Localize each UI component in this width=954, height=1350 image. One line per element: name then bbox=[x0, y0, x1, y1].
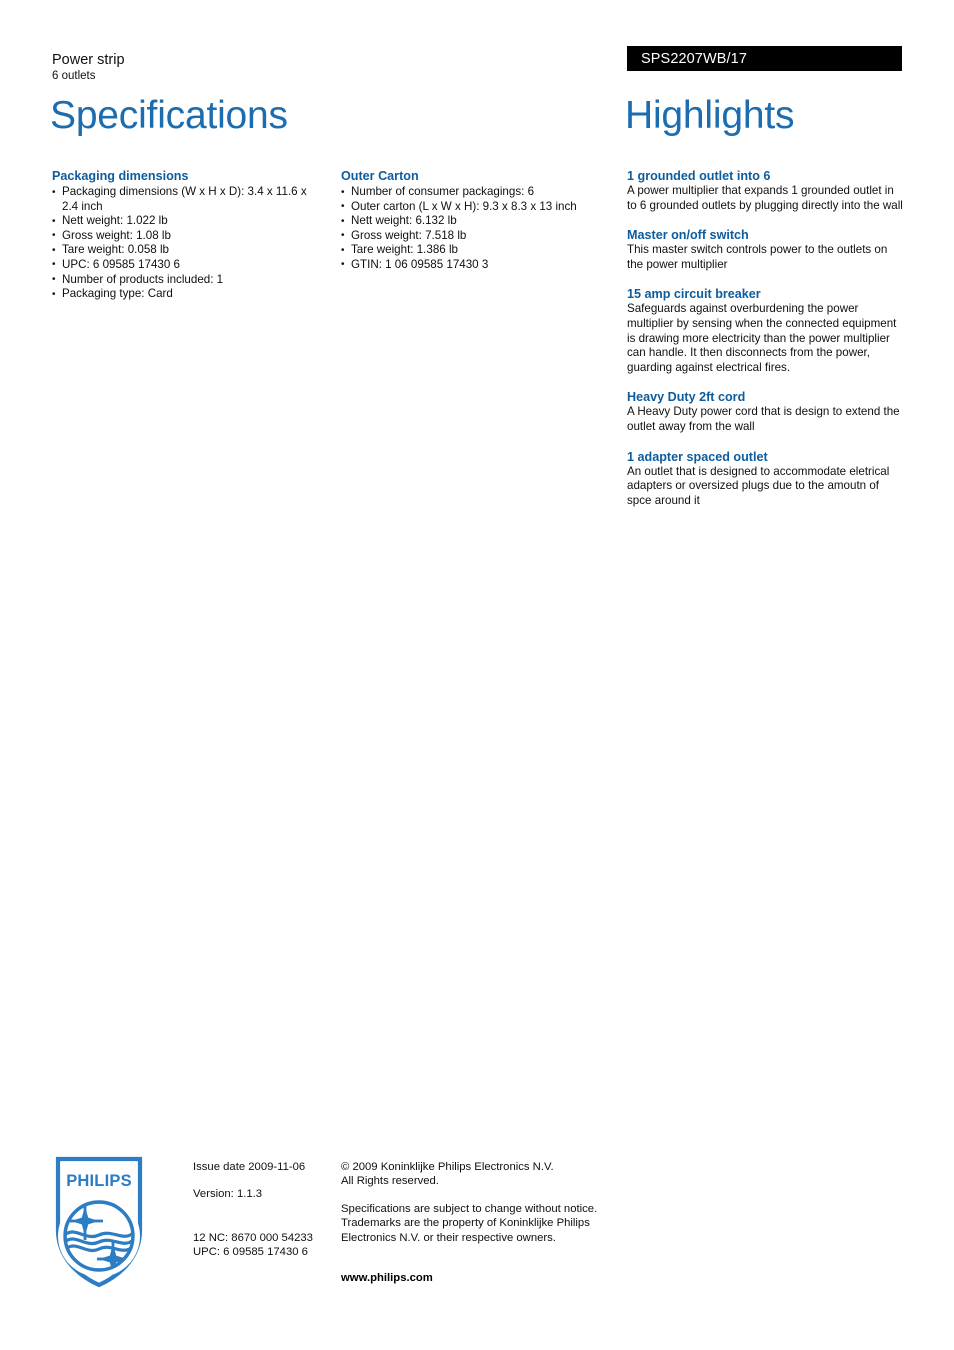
highlight-block: 1 grounded outlet into 6A power multipli… bbox=[627, 168, 903, 213]
list-item: Packaging dimensions (W x H x D): 3.4 x … bbox=[52, 184, 324, 214]
footer-website-group: www.philips.com bbox=[341, 1271, 611, 1285]
page-footer: PHILIPS Issue date 2009-11-06 Version: 1… bbox=[0, 1152, 954, 1312]
footer-upc: UPC: 6 09585 17430 6 bbox=[193, 1246, 308, 1259]
column-highlights: 1 grounded outlet into 6A power multipli… bbox=[627, 168, 903, 508]
footer-version: Version: 1.1.3 bbox=[193, 1188, 263, 1201]
footer-disclaimer-line-2: Trademarks are the property of Koninklij… bbox=[341, 1217, 590, 1230]
page-title-highlights: Highlights bbox=[625, 94, 795, 137]
list-item: Nett weight: 1.022 lb bbox=[52, 214, 324, 229]
highlight-title: Heavy Duty 2ft cord bbox=[627, 390, 746, 405]
highlight-body: Safeguards against overburdening the pow… bbox=[627, 302, 897, 374]
svg-text:PHILIPS: PHILIPS bbox=[66, 1172, 132, 1190]
product-code-banner: SPS2207WB/17 bbox=[627, 46, 902, 71]
footer-legal-column: © 2009 Koninklijke Philips Electronics N… bbox=[341, 1160, 611, 1285]
column-outer-carton: Outer Carton Number of consumer packagin… bbox=[341, 168, 613, 273]
highlight-body: A power multiplier that expands 1 ground… bbox=[627, 184, 903, 212]
footer-copyright-line-2: All Rights reserved. bbox=[341, 1175, 439, 1188]
list-item: Tare weight: 0.058 lb bbox=[52, 243, 324, 258]
product-subtitle: 6 outlets bbox=[52, 70, 96, 82]
highlight-title: 1 adapter spaced outlet bbox=[627, 449, 768, 464]
highlight-title: 1 grounded outlet into 6 bbox=[627, 169, 771, 183]
list-item: Packaging type: Card bbox=[52, 287, 324, 302]
list-item: Outer carton (L x W x H): 9.3 x 8.3 x 13… bbox=[341, 199, 613, 215]
footer-version-group: Version: 1.1.3 bbox=[193, 1187, 343, 1201]
highlight-body: An outlet that is designed to accommodat… bbox=[627, 464, 890, 507]
list-item: Tare weight: 1.386 lb bbox=[341, 243, 613, 258]
highlight-title: 15 amp circuit breaker bbox=[627, 287, 761, 302]
section-heading-outer-carton: Outer Carton bbox=[341, 169, 419, 183]
product-name: Power strip bbox=[52, 52, 125, 68]
list-item: Gross weight: 7.518 lb bbox=[341, 228, 613, 244]
product-header: Power strip 6 outlets bbox=[52, 52, 472, 84]
footer-disclaimer-line-1: Specifications are subject to change wit… bbox=[341, 1202, 598, 1215]
highlight-block: Master on/off switch This master switch c… bbox=[627, 227, 903, 272]
list-item: Nett weight: 6.132 lb bbox=[341, 214, 613, 229]
footer-disclaimer-group: Specifications are subject to change wit… bbox=[341, 1202, 611, 1245]
footer-website-link[interactable]: www.philips.com bbox=[341, 1272, 433, 1284]
footer-copyright-group: © 2009 Koninklijke Philips Electronics N… bbox=[341, 1160, 611, 1189]
footer-copyright-line-1: © 2009 Koninklijke Philips Electronics N… bbox=[341, 1161, 554, 1173]
list-item: Number of consumer packagings: 6 bbox=[341, 185, 613, 200]
outer-carton-list: Number of consumer packagings: 6Outer ca… bbox=[341, 185, 613, 273]
footer-issue-date-group: Issue date 2009-11-06 bbox=[193, 1160, 343, 1174]
highlight-block: 1 adapter spaced outlet An outlet that is… bbox=[627, 449, 903, 509]
product-leaflet-page: Power strip 6 outlets SPS2207WB/17 Speci… bbox=[0, 0, 954, 1350]
highlight-body: This master switch controls power to the… bbox=[627, 243, 888, 271]
footer-issue-date: Issue date 2009-11-06 bbox=[193, 1161, 306, 1173]
philips-shield-logo: PHILIPS bbox=[55, 1156, 143, 1288]
highlight-body: A Heavy Duty power cord that is design t… bbox=[627, 405, 900, 433]
highlight-block: Heavy Duty 2ft cord A Heavy Duty power co… bbox=[627, 389, 903, 434]
packaging-list: Packaging dimensions (W x H x D): 3.4 x … bbox=[52, 184, 324, 302]
footer-codes-group: 12 NC: 8670 000 54233 UPC: 6 09585 17430… bbox=[193, 1231, 343, 1260]
footer-disclaimer-line-3: Electronics N.V. or their respective own… bbox=[341, 1231, 556, 1244]
section-heading-packaging: Packaging dimensions bbox=[52, 169, 189, 183]
list-item: Number of products included: 1 bbox=[52, 272, 324, 288]
highlight-block: 15 amp circuit breaker Safeguards against… bbox=[627, 286, 903, 375]
page-title-specifications: Specifications bbox=[50, 94, 288, 137]
highlight-title: Master on/off switch bbox=[627, 228, 749, 243]
footer-12nc: 12 NC: 8670 000 54233 bbox=[193, 1231, 313, 1244]
product-code: SPS2207WB/17 bbox=[641, 50, 747, 67]
column-packaging-dimensions: Packaging dimensions Packaging dimension… bbox=[52, 168, 324, 302]
footer-meta-column: Issue date 2009-11-06 Version: 1.1.3 12 … bbox=[193, 1160, 343, 1260]
list-item: UPC: 6 09585 17430 6 bbox=[52, 257, 324, 273]
list-item: Gross weight: 1.08 lb bbox=[52, 228, 324, 244]
list-item: GTIN: 1 06 09585 17430 3 bbox=[341, 257, 613, 273]
